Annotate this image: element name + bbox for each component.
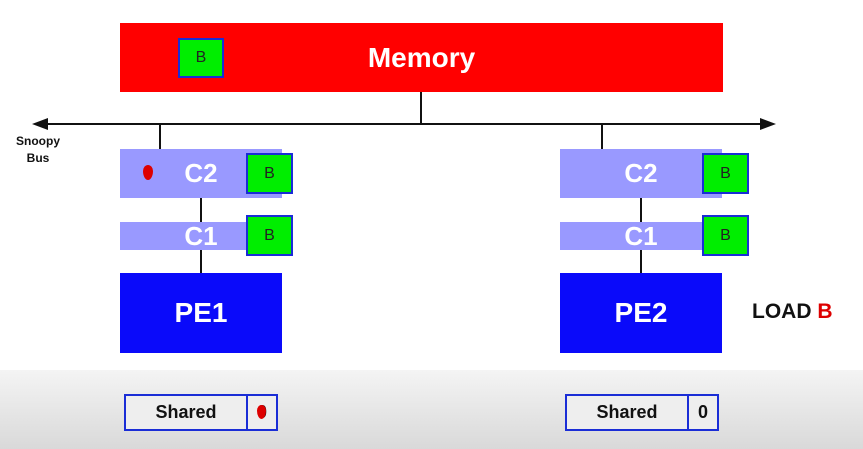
pe2-c1-block-b: B: [702, 215, 749, 256]
pe2-state-box: Shared 0: [565, 394, 719, 431]
pe2-label: PE2: [614, 297, 668, 328]
pe1-c2-block-b: B: [246, 153, 293, 194]
pe2-c1-cache: C1: [560, 220, 722, 251]
pe1-c1-label: C1: [184, 220, 218, 251]
operation-target: B: [817, 300, 833, 323]
pe2-state-value-cell: 0: [689, 396, 717, 429]
pe1-c2-label: C2: [184, 158, 218, 188]
operation-verb: LOAD: [752, 300, 812, 323]
pe2-state-label: Shared: [596, 402, 658, 422]
bus-label-line1: Snoopy: [16, 134, 60, 148]
bus-right-arrowhead: [760, 118, 776, 130]
snoopy-bus-label: Snoopy Bus: [6, 133, 70, 167]
pe1-state-label: Shared: [155, 402, 217, 422]
pe2-c2-block-b: B: [702, 153, 749, 194]
pe1-c1-block-b: B: [246, 215, 293, 256]
pe2-state-value: 0: [697, 402, 708, 422]
pe2-processor: PE2: [560, 273, 722, 353]
operation-label: LOAD B: [752, 300, 833, 324]
memory-block-b: B: [178, 38, 224, 78]
pe1-state-box: Shared 0: [124, 394, 278, 431]
bus-left-arrowhead: [32, 118, 48, 130]
pe2-c2-cache: C2: [560, 149, 722, 198]
pe1-processor: PE1: [120, 273, 282, 353]
pe2-c2-label: C2: [624, 158, 658, 188]
pe2-c1-label: C1: [624, 220, 658, 251]
pe1-label: PE1: [174, 297, 228, 328]
pe1-state-value-cell: 0: [248, 396, 276, 429]
bus-label-line2: Bus: [26, 151, 50, 165]
